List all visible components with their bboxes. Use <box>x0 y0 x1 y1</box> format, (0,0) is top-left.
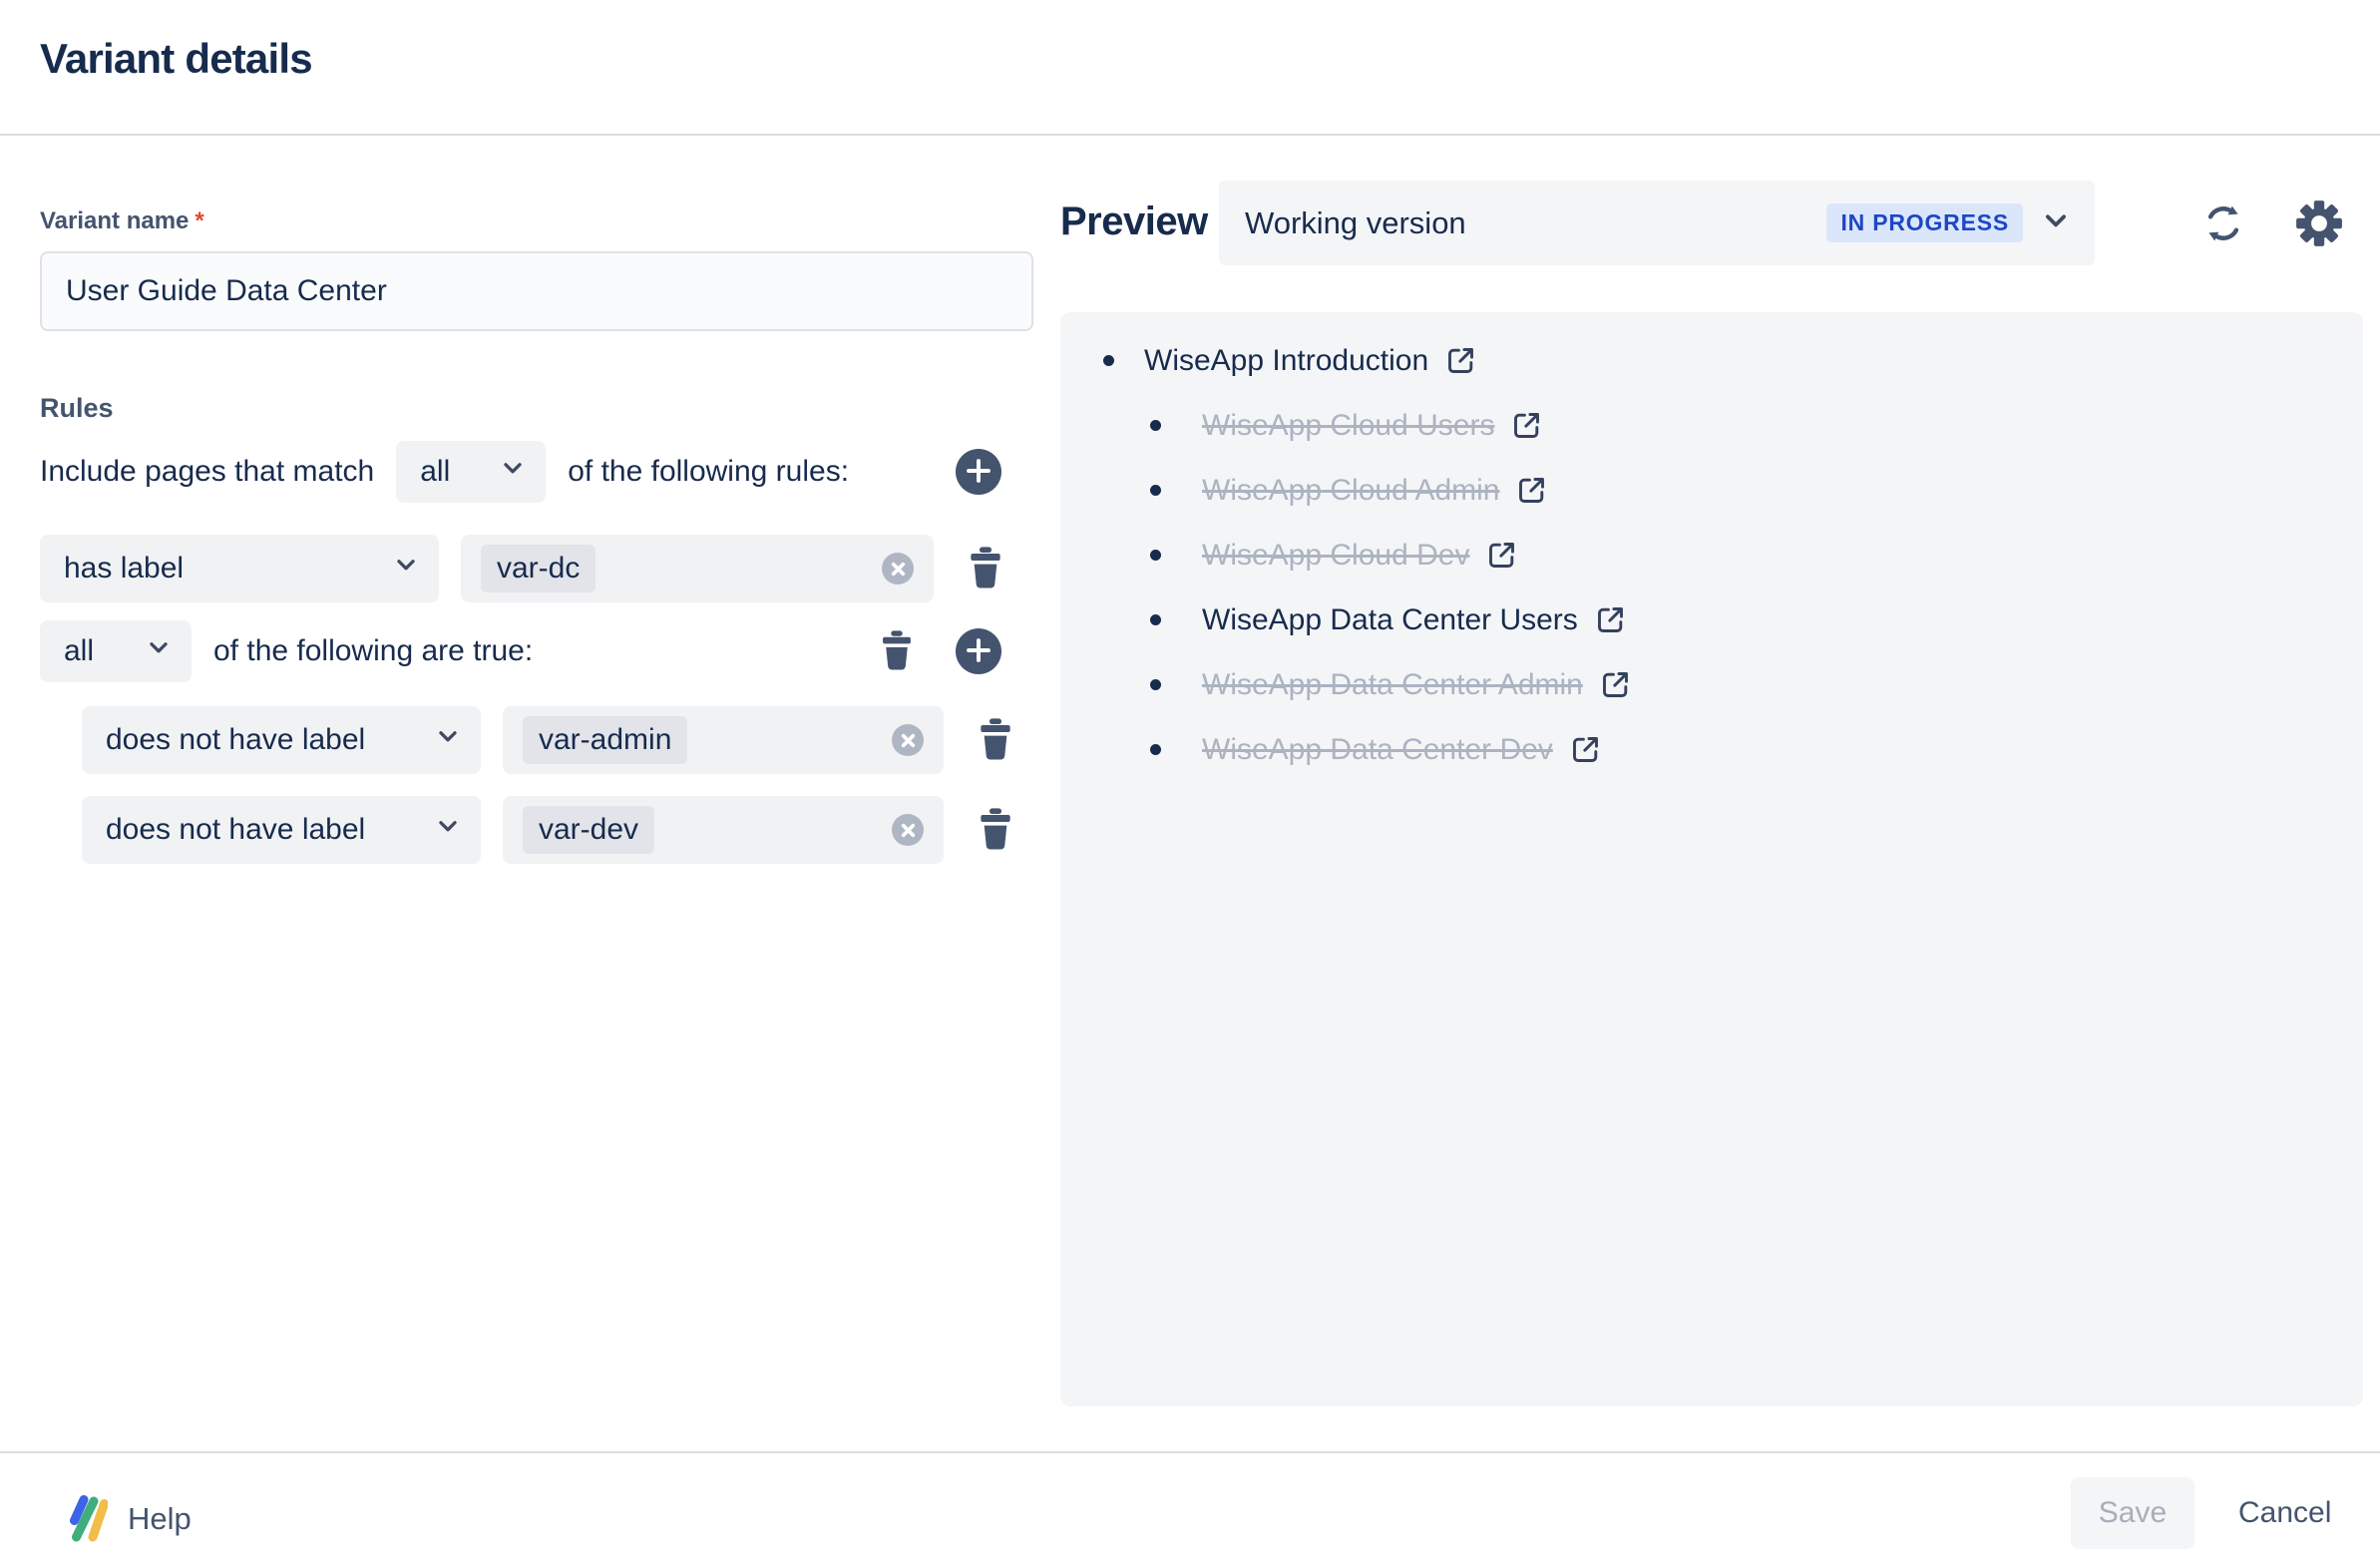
external-link-icon[interactable] <box>1444 344 1477 377</box>
rule-group-row: all of the following are true: <box>40 620 1033 682</box>
bullet-icon <box>1150 614 1161 625</box>
page-item: WiseApp Data Center Users <box>1060 588 2363 652</box>
version-label: Working version <box>1245 205 1466 241</box>
chevron-down-icon <box>435 813 461 847</box>
variant-details-dialog: Variant details Variant name* Rules Incl… <box>0 0 2380 1568</box>
rule-row: has label var-dc <box>40 535 1033 602</box>
rule-value-field[interactable]: var-admin <box>503 706 944 774</box>
cancel-button[interactable]: Cancel <box>2224 1477 2345 1549</box>
clear-value-button[interactable] <box>892 724 924 756</box>
bullet-icon <box>1150 485 1161 496</box>
delete-rule-button[interactable] <box>966 546 1005 592</box>
label-chip: var-admin <box>523 716 687 764</box>
gear-icon <box>2294 198 2344 251</box>
match-suffix: of the following rules: <box>568 455 849 489</box>
page-tree: WiseApp Introduction WiseApp Cloud Users… <box>1060 312 2363 782</box>
version-selector[interactable]: Working version IN PROGRESS <box>1219 181 2095 265</box>
external-link-icon[interactable] <box>1594 603 1627 636</box>
k15t-logo-icon <box>60 1490 108 1547</box>
bullet-icon <box>1150 679 1161 690</box>
page-item: WiseApp Cloud Dev <box>1060 523 2363 588</box>
trash-icon <box>966 546 1005 592</box>
variant-name-label: Variant name* <box>40 207 204 235</box>
variant-name-input[interactable] <box>40 251 1033 331</box>
rule-operator-select[interactable]: does not have label <box>82 706 481 774</box>
external-link-icon[interactable] <box>1515 474 1548 507</box>
help-link[interactable]: Help <box>60 1490 192 1547</box>
rules-heading: Rules <box>40 393 114 424</box>
help-label: Help <box>128 1501 192 1537</box>
status-badge: IN PROGRESS <box>1826 203 2023 242</box>
group-mode-select[interactable]: all <box>40 620 192 682</box>
footer-divider <box>0 1451 2380 1453</box>
x-icon <box>901 823 916 838</box>
rule-operator-select[interactable]: does not have label <box>82 796 481 864</box>
preview-settings-button[interactable] <box>2294 198 2344 251</box>
chevron-down-icon <box>2041 205 2071 240</box>
group-suffix: of the following are true: <box>213 634 533 668</box>
clear-value-button[interactable] <box>892 814 924 846</box>
chevron-down-icon <box>146 634 172 668</box>
external-link-icon[interactable] <box>1599 668 1632 701</box>
chevron-down-icon <box>393 552 419 586</box>
external-link-icon[interactable] <box>1510 409 1543 442</box>
external-link-icon[interactable] <box>1569 733 1602 766</box>
page-item: WiseApp Cloud Admin <box>1060 458 2363 523</box>
page-item: WiseApp Introduction <box>1060 328 2363 393</box>
delete-rule-button[interactable] <box>976 807 1015 854</box>
bullet-icon <box>1150 550 1161 561</box>
header-divider <box>0 134 2380 136</box>
trash-icon <box>976 807 1015 854</box>
page-item: WiseApp Data Center Admin <box>1060 652 2363 717</box>
clear-value-button[interactable] <box>882 553 914 585</box>
bullet-icon <box>1103 355 1114 366</box>
label-chip: var-dev <box>523 806 654 854</box>
bullet-icon <box>1150 744 1161 755</box>
preview-heading: Preview <box>1060 199 1208 244</box>
sync-icon <box>2200 200 2246 249</box>
refresh-preview-button[interactable] <box>2200 200 2246 249</box>
save-button[interactable]: Save <box>2071 1477 2194 1549</box>
x-icon <box>901 733 916 748</box>
page-item: WiseApp Data Center Dev <box>1060 717 2363 782</box>
x-icon <box>891 562 906 577</box>
trash-icon <box>976 717 1015 764</box>
preview-panel: WiseApp Introduction WiseApp Cloud Users… <box>1060 312 2363 1406</box>
page-title: Variant details <box>40 36 312 82</box>
chevron-down-icon <box>500 455 526 489</box>
match-mode-select[interactable]: all <box>396 441 546 503</box>
rule-value-field[interactable]: var-dc <box>461 535 934 602</box>
required-asterisk: * <box>195 207 203 234</box>
rule-row: does not have label var-admin <box>82 706 1033 774</box>
page-item: WiseApp Cloud Users <box>1060 393 2363 458</box>
chevron-down-icon <box>435 723 461 757</box>
add-group-rule-button[interactable] <box>956 628 1001 674</box>
plus-icon <box>965 636 992 667</box>
rules-match-row: Include pages that match all of the foll… <box>40 441 1033 503</box>
plus-icon <box>965 457 992 488</box>
trash-icon <box>878 629 916 674</box>
add-rule-button[interactable] <box>956 449 1001 495</box>
rule-value-field[interactable]: var-dev <box>503 796 944 864</box>
bullet-icon <box>1150 420 1161 431</box>
delete-group-button[interactable] <box>878 629 916 674</box>
rule-operator-select[interactable]: has label <box>40 535 439 602</box>
label-chip: var-dc <box>481 545 595 592</box>
delete-rule-button[interactable] <box>976 717 1015 764</box>
external-link-icon[interactable] <box>1485 539 1518 572</box>
match-prefix: Include pages that match <box>40 455 374 489</box>
rule-row: does not have label var-dev <box>82 796 1033 864</box>
